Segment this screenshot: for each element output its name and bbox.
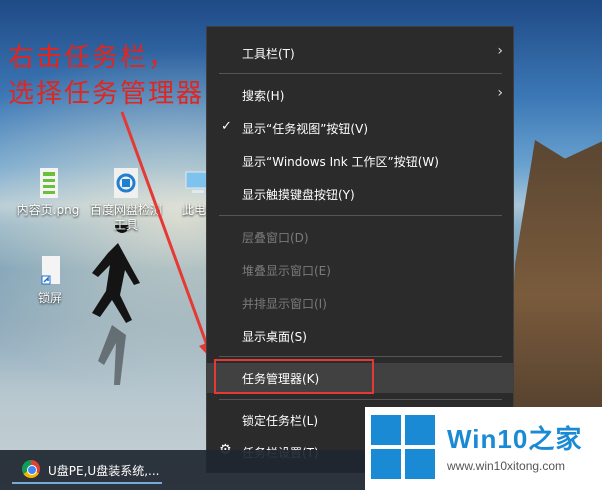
chevron-right-icon: › [497,43,503,59]
chrome-icon [22,460,40,478]
menu-item-label: 锁定任务栏(L) [242,414,319,428]
task-manager-highlight-box [214,359,374,394]
menu-item-stack-windows: 堆叠显示窗口(E) [207,255,513,285]
menu-separator [219,356,502,357]
win10-watermark: Win10之家 www.win10xitong.com [365,407,602,490]
chevron-right-icon: › [497,85,503,101]
menu-separator [219,399,502,400]
menu-item-label: 显示“Windows Ink 工作区”按钮(W) [242,155,439,169]
menu-item-label: 工具栏(T) [242,47,295,61]
menu-item-label: 显示触摸键盘按钮(Y) [242,188,355,202]
checkmark-icon: ✓ [221,119,232,134]
menu-item-label: 堆叠显示窗口(E) [242,264,331,278]
menu-item-show-task-view[interactable]: ✓ 显示“任务视图”按钮(V) [207,113,513,143]
watermark-title: Win10之家 [447,419,582,456]
menu-item-show-touch-keyboard[interactable]: 显示触摸键盘按钮(Y) [207,179,513,209]
watermark-brand: Win10 [447,424,529,454]
menu-separator [219,73,502,74]
menu-item-toolbars[interactable]: 工具栏(T) › [207,38,513,68]
watermark-url: www.win10xitong.com [447,459,566,473]
menu-item-label: 搜索(H) [242,89,285,103]
taskbar-context-menu: 工具栏(T) › 搜索(H) › ✓ 显示“任务视图”按钮(V) 显示“Wind… [206,26,514,473]
taskbar-button-label: U盘PE,U盘装系统,... [48,464,160,478]
menu-item-cascade-windows: 层叠窗口(D) [207,222,513,252]
menu-item-show-desktop[interactable]: 显示桌面(S) [207,321,513,351]
menu-item-label: 显示桌面(S) [242,330,307,344]
menu-item-label: 显示“任务视图”按钮(V) [242,122,369,136]
menu-item-search[interactable]: 搜索(H) › [207,80,513,110]
menu-item-side-by-side-windows: 并排显示窗口(I) [207,288,513,318]
menu-separator [219,215,502,216]
menu-item-show-windows-ink[interactable]: 显示“Windows Ink 工作区”按钮(W) [207,146,513,176]
menu-item-label: 并排显示窗口(I) [242,297,327,311]
taskbar-button-chrome[interactable]: U盘PE,U盘装系统,... [12,458,162,484]
watermark-brand-suffix: 之家 [528,424,583,454]
windows-logo-icon [371,415,435,479]
menu-item-label: 层叠窗口(D) [242,231,309,245]
